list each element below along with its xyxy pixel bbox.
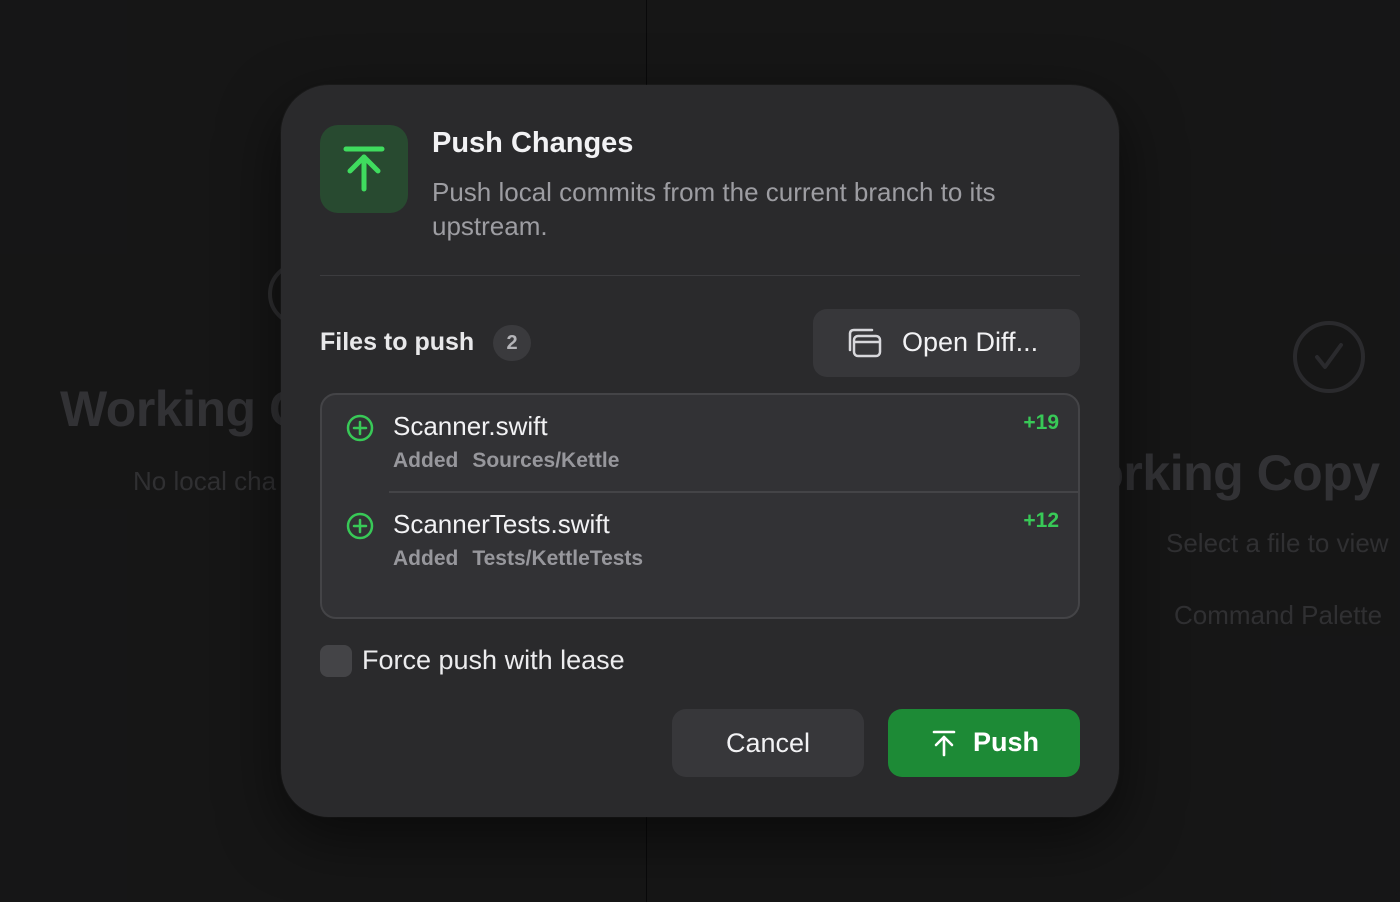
file-row[interactable]: ScannerTests.swift Added Tests/KettleTest… <box>322 493 1078 589</box>
dialog-subtitle: Push local commits from the current bran… <box>432 177 996 241</box>
file-status: Added <box>393 547 459 570</box>
file-row[interactable]: Scanner.swift Added Sources/Kettle +19 <box>322 395 1078 491</box>
arrow-up-to-line-icon <box>932 730 956 757</box>
open-diff-label: Open Diff... <box>902 327 1039 357</box>
windows-icon <box>848 328 882 358</box>
push-button-label: Push <box>973 727 1040 757</box>
file-name: ScannerTests.swift <box>393 509 610 539</box>
app-window: Working C No local cha /orking Copy Sele… <box>0 0 1400 902</box>
cancel-button[interactable]: Cancel <box>672 709 864 777</box>
files-to-push-label: Files to push <box>320 328 475 356</box>
file-meta: Added Tests/KettleTests <box>393 547 643 571</box>
file-path: Sources/Kettle <box>472 449 620 472</box>
file-list: Scanner.swift Added Sources/Kettle +19 Sc… <box>320 393 1080 619</box>
line-delta: +12 <box>1023 509 1059 532</box>
line-delta: +19 <box>1023 411 1059 434</box>
open-diff-button[interactable]: Open Diff... <box>813 309 1080 377</box>
dialog-title: Push Changes <box>432 127 634 159</box>
force-push-checkbox[interactable] <box>320 645 352 677</box>
force-push-label[interactable]: Force push with lease <box>362 645 625 676</box>
push-changes-dialog: Push Changes Push local commits from the… <box>281 85 1119 817</box>
files-count-badge: 2 <box>493 325 531 361</box>
file-name: Scanner.swift <box>393 411 548 441</box>
file-path: Tests/KettleTests <box>472 547 644 570</box>
file-status: Added <box>393 449 459 472</box>
arrow-up-to-line-icon <box>320 125 408 213</box>
push-button[interactable]: Push <box>888 709 1080 777</box>
divider <box>320 275 1080 276</box>
plus-circle-icon <box>346 414 374 442</box>
plus-circle-icon <box>346 512 374 540</box>
file-meta: Added Sources/Kettle <box>393 449 619 473</box>
